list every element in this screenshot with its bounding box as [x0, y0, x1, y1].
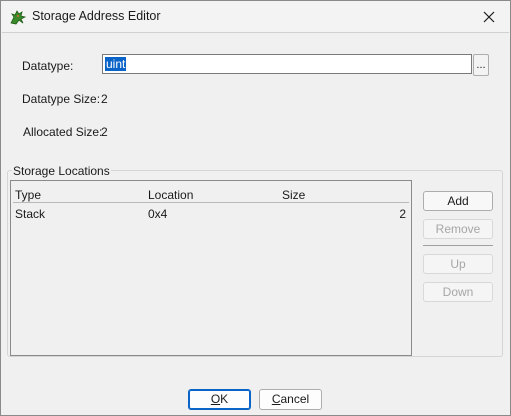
storage-locations-title: Storage Locations [12, 164, 111, 178]
dialog-window: Storage Address Editor Datatype: uint ..… [0, 0, 511, 416]
add-button[interactable]: Add [423, 191, 493, 211]
close-icon [483, 11, 495, 23]
close-button[interactable] [474, 4, 504, 30]
header-divider [13, 202, 409, 203]
dialog-body: Datatype: uint ... Datatype Size: 2 Allo… [2, 32, 509, 380]
row-location: 0x4 [148, 207, 168, 221]
datatype-label: Datatype: [22, 59, 74, 73]
up-button[interactable]: Up [423, 254, 493, 274]
datatype-size-label: Datatype Size: [22, 92, 101, 106]
ok-label-rest: K [220, 392, 229, 406]
dragon-icon [10, 10, 27, 25]
window-title: Storage Address Editor [32, 9, 161, 23]
allocated-size-label: Allocated Size: [23, 125, 103, 139]
cancel-label-rest: ancel [280, 392, 310, 406]
browse-datatype-button[interactable]: ... [473, 54, 489, 76]
ok-mnemonic: O [210, 392, 221, 406]
column-header-location[interactable]: Location [148, 188, 193, 202]
title-bar: Storage Address Editor [1, 1, 510, 32]
allocated-size-value: 2 [101, 125, 108, 139]
remove-button[interactable]: Remove [423, 219, 493, 239]
down-button[interactable]: Down [423, 282, 493, 302]
cancel-button[interactable]: Cancel [259, 389, 322, 410]
row-type: Stack [15, 207, 46, 221]
button-separator [423, 245, 493, 246]
storage-table[interactable]: Type Location Size Stack 0x4 2 [10, 180, 412, 356]
ok-button[interactable]: OK [188, 389, 251, 410]
datatype-size-value: 2 [101, 92, 108, 106]
dialog-footer: OK Cancel [1, 379, 510, 415]
datatype-input[interactable]: uint [102, 54, 472, 74]
column-header-type[interactable]: Type [15, 188, 41, 202]
datatype-value: uint [105, 57, 127, 71]
row-size: 2 [399, 207, 406, 221]
column-header-size[interactable]: Size [282, 188, 305, 202]
